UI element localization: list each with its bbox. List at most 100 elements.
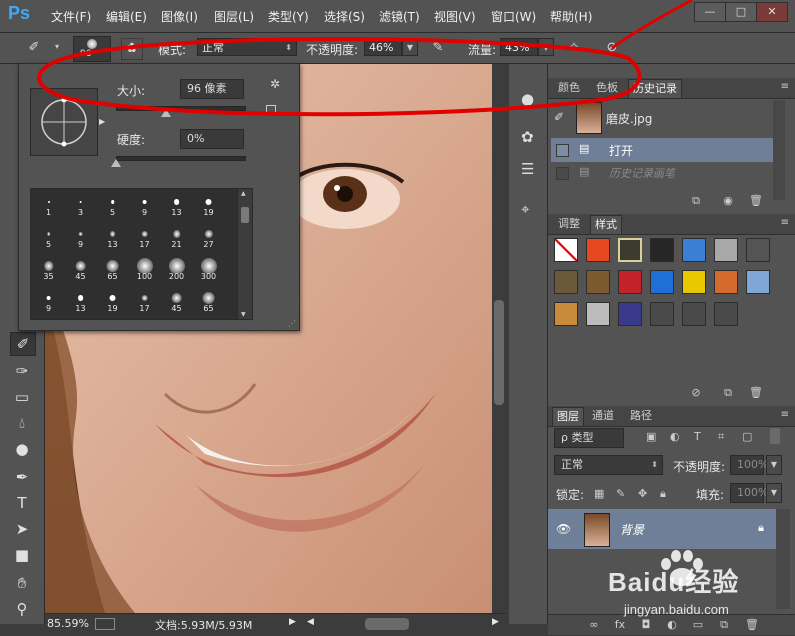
brush-presets-icon[interactable]: ☰ <box>521 160 534 178</box>
brush-preset[interactable]: 3 <box>65 192 96 217</box>
brush-preset[interactable]: 200 <box>161 256 192 281</box>
layer-filter-select[interactable]: ρ 类型 <box>554 428 624 448</box>
style-swatch[interactable] <box>650 302 674 326</box>
adjustment-filter-icon[interactable]: ◐ <box>670 430 680 443</box>
size-field[interactable]: 96 像素 <box>180 79 244 99</box>
brush-preset[interactable]: 17 <box>129 224 160 249</box>
brush-preset[interactable]: 21 <box>161 224 192 249</box>
info-icon[interactable]: ● <box>521 90 534 108</box>
pressure-size-icon[interactable]: ⊘ <box>602 38 622 58</box>
tab-layers[interactable]: 图层 <box>552 407 584 426</box>
brush-preset[interactable]: 9 <box>65 224 96 249</box>
style-swatch[interactable] <box>746 270 770 294</box>
eye-icon[interactable]: 👁︎ <box>556 522 571 536</box>
horizontal-scrollbar-thumb[interactable] <box>365 618 409 630</box>
menu-help[interactable]: 帮助(H) <box>550 8 592 25</box>
style-swatch[interactable] <box>682 270 706 294</box>
pixel-filter-icon[interactable]: ▣ <box>646 430 656 443</box>
scroll-up-icon[interactable]: ▲ <box>241 190 246 197</box>
history-source-box[interactable] <box>556 167 569 180</box>
brush-preset[interactable]: 35 <box>33 256 64 281</box>
clone-source-icon[interactable]: ⌖ <box>521 200 529 218</box>
hardness-slider-thumb[interactable] <box>111 159 121 167</box>
pressure-opacity-icon[interactable]: ✎ <box>428 38 448 58</box>
smart-object-filter-icon[interactable]: ▢ <box>742 430 752 443</box>
layer-opacity-field[interactable]: 100% <box>730 455 768 475</box>
menu-filter[interactable]: 滤镜(T) <box>379 8 420 25</box>
brush-preset[interactable]: 65 <box>193 288 224 313</box>
style-swatch[interactable] <box>682 238 706 262</box>
fill-field[interactable]: 100% <box>730 483 768 503</box>
brush-preset[interactable]: 27 <box>193 224 224 249</box>
scroll-left-arrow-icon[interactable]: ◀ <box>307 617 314 627</box>
panel-menu-icon[interactable]: ≡ <box>781 217 789 228</box>
menu-edit[interactable]: 编辑(E) <box>106 8 147 25</box>
mode-select[interactable]: 正常 ⬍ <box>197 38 297 56</box>
clear-style-icon[interactable]: ⊘ <box>688 386 704 399</box>
lock-position-icon[interactable]: ✥ <box>638 487 647 500</box>
trash-icon[interactable]: 🗑︎ <box>748 194 764 207</box>
eraser-tool-icon[interactable]: ✑ <box>10 360 34 382</box>
flow-dropdown-button[interactable]: ▼ <box>538 38 554 56</box>
scroll-right-arrow-icon[interactable]: ▶ <box>492 617 499 627</box>
rectangle-tool-icon[interactable]: ■ <box>10 544 34 566</box>
brush-preset[interactable]: 17 <box>129 288 160 313</box>
menu-view[interactable]: 视图(V) <box>434 8 476 25</box>
layer-opacity-dropdown[interactable]: ▼ <box>766 455 782 475</box>
menu-window[interactable]: 窗口(W) <box>491 8 536 25</box>
presets-scrollbar[interactable]: ▲ ▼ <box>237 188 253 320</box>
scroll-down-icon[interactable]: ▼ <box>241 311 246 318</box>
lock-all-icon[interactable]: 🔒︎ <box>660 487 666 501</box>
tab-color[interactable]: 颜色 <box>554 79 584 97</box>
tab-adjustments[interactable]: 调整 <box>554 215 584 233</box>
path-selection-tool-icon[interactable]: ➤ <box>10 518 34 540</box>
style-swatch[interactable] <box>714 270 738 294</box>
filter-toggle[interactable] <box>770 428 780 444</box>
tab-history[interactable]: 历史记录 <box>628 79 682 98</box>
brush-preset[interactable]: 19 <box>97 288 128 313</box>
brush-preset[interactable]: 9 <box>129 192 160 217</box>
layer-name[interactable]: 背景 <box>620 521 644 538</box>
brush-preset[interactable]: 45 <box>161 288 192 313</box>
hardness-slider[interactable] <box>116 156 246 161</box>
chevron-down-icon[interactable]: ▾ <box>49 38 65 56</box>
tab-channels[interactable]: 通道 <box>588 407 618 425</box>
panel-menu-icon[interactable]: ≡ <box>781 409 789 420</box>
style-swatch[interactable] <box>618 270 642 294</box>
type-filter-icon[interactable]: T <box>694 430 701 443</box>
zoom-tool-icon[interactable]: ⚲ <box>10 598 34 620</box>
style-swatch[interactable] <box>554 238 578 262</box>
type-tool-icon[interactable]: T <box>10 492 34 514</box>
size-slider[interactable] <box>116 106 246 111</box>
maximize-button[interactable]: □ <box>725 2 757 22</box>
new-document-from-state-icon[interactable]: ⧉ <box>688 194 704 208</box>
gear-icon[interactable]: ✲ <box>270 77 280 91</box>
style-swatch[interactable] <box>586 302 610 326</box>
fill-dropdown[interactable]: ▼ <box>766 483 782 503</box>
history-snapshot[interactable]: ✐ 磨皮.jpg <box>548 99 773 137</box>
brush-preset[interactable]: 13 <box>65 288 96 313</box>
presets-scrollbar-thumb[interactable] <box>241 207 249 223</box>
brush-preset[interactable]: 5 <box>33 224 64 249</box>
lock-image-icon[interactable]: ✎ <box>616 487 625 500</box>
menu-type[interactable]: 类型(Y) <box>268 8 309 25</box>
style-swatch[interactable] <box>714 302 738 326</box>
menu-layer[interactable]: 图层(L) <box>214 8 254 25</box>
status-menu-arrow-icon[interactable]: ▶ <box>289 617 296 627</box>
panel-menu-icon[interactable]: ≡ <box>781 81 789 92</box>
history-state-row[interactable]: ▤ 历史记录画笔 <box>551 162 773 184</box>
menu-image[interactable]: 图像(I) <box>161 8 198 25</box>
brush-preset[interactable]: 1 <box>33 192 64 217</box>
brush-preset[interactable]: 19 <box>193 192 224 217</box>
gradient-tool-icon[interactable]: ▭ <box>10 386 34 408</box>
tab-swatches[interactable]: 色板 <box>592 79 622 97</box>
new-preset-icon[interactable] <box>266 105 276 115</box>
style-swatch[interactable] <box>586 238 610 262</box>
minimize-button[interactable]: — <box>694 2 726 22</box>
brush-preset[interactable]: 65 <box>97 256 128 281</box>
dodge-tool-icon[interactable]: ● <box>10 438 34 460</box>
history-brush-source-icon[interactable]: ✐ <box>554 110 564 124</box>
brush-preset-picker[interactable]: 96 <box>73 36 111 62</box>
history-source-box[interactable] <box>556 144 569 157</box>
tab-paths[interactable]: 路径 <box>626 407 656 425</box>
